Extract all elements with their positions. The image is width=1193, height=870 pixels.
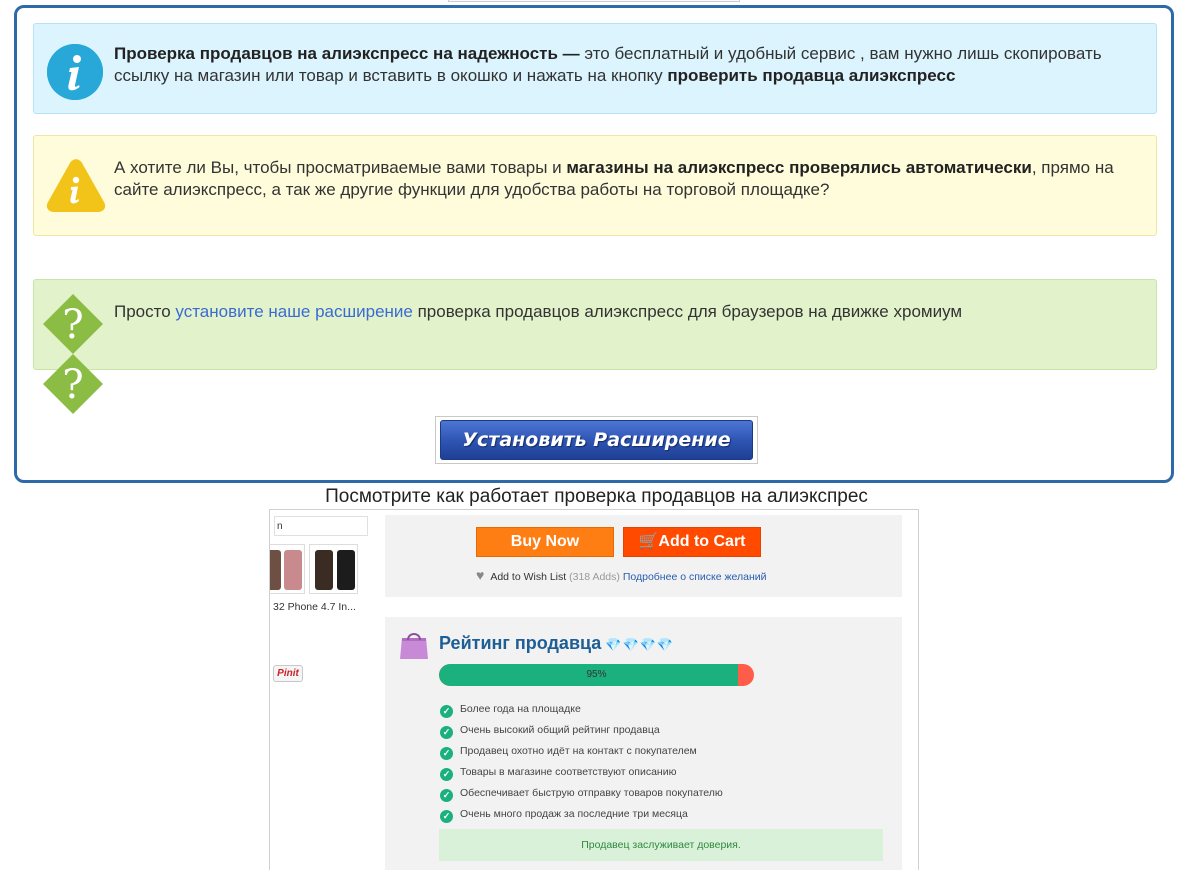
question-icon: ? bbox=[42, 293, 104, 360]
wish-list-label[interactable]: Add to Wish List bbox=[490, 571, 566, 583]
check-icon: ✓ bbox=[440, 705, 453, 718]
rating-title: Рейтинг продавца 💎💎💎💎 bbox=[439, 633, 674, 654]
checklist-text: Очень много продаж за последние три меся… bbox=[460, 808, 688, 820]
check-icon: ✓ bbox=[440, 726, 453, 739]
demo-caption: Посмотрите как работает проверка продавц… bbox=[325, 486, 868, 507]
add-to-cart-label: Add to Cart bbox=[658, 533, 746, 550]
product-name[interactable]: 32 Phone 4.7 In... bbox=[273, 601, 356, 613]
heart-icon[interactable]: ♥ bbox=[476, 567, 484, 583]
svg-text:?: ? bbox=[62, 362, 83, 408]
demo-screenshot: n 32 Phone 4.7 In... Pinit Buy Now 🛒Add … bbox=[269, 509, 919, 870]
warning-body-a: А хотите ли Вы, чтобы просматриваемые ва… bbox=[114, 158, 567, 177]
add-to-cart-button[interactable]: 🛒Add to Cart bbox=[623, 527, 761, 557]
wish-list-row: ♥ Add to Wish List (318 Adds) Подробнее о… bbox=[476, 567, 767, 583]
check-icon: ✓ bbox=[440, 810, 453, 823]
checklist-item: ✓ Очень высокий общий рейтинг продавца bbox=[440, 720, 723, 741]
top-search-field[interactable] bbox=[448, 0, 740, 2]
buy-now-button[interactable]: Buy Now bbox=[476, 527, 614, 557]
checklist-text: Продавец охотно идёт на контакт с покупа… bbox=[460, 745, 697, 757]
checklist-text: Более года на площадке bbox=[460, 703, 581, 715]
info-text: Проверка продавцов на алиэкспресс на над… bbox=[114, 43, 1126, 87]
shopping-bag-icon bbox=[399, 630, 429, 665]
rating-progress-bar: 95% bbox=[439, 664, 754, 686]
checklist-text: Очень высокий общий рейтинг продавца bbox=[460, 724, 660, 736]
info-bold-tail: проверить продавца алиэкспресс bbox=[667, 66, 956, 85]
warning-bold: магазины на алиэкспресс проверялись авто… bbox=[566, 158, 1032, 177]
extension-promo-frame: Проверка продавцов на алиэкспресс на над… bbox=[14, 5, 1174, 483]
help-text: Просто установите наше расширение провер… bbox=[114, 301, 1126, 323]
info-icon bbox=[47, 44, 103, 100]
checklist-text: Товары в магазине соответствуют описанию bbox=[460, 766, 677, 778]
info-alert: Проверка продавцов на алиэкспресс на над… bbox=[33, 23, 1157, 114]
thumbnail-strip: n bbox=[274, 516, 368, 536]
help-alert: ? ? Просто установите наше расширение пр… bbox=[33, 279, 1157, 414]
warning-alert: А хотите ли Вы, чтобы просматриваемые ва… bbox=[33, 135, 1157, 236]
wish-list-count: (318 Adds) bbox=[569, 571, 620, 583]
checklist-item: ✓ Очень много продаж за последние три мес… bbox=[440, 804, 723, 825]
product-thumbnail[interactable] bbox=[270, 544, 305, 594]
rating-title-text: Рейтинг продавца bbox=[439, 633, 602, 653]
help-body-a: Просто bbox=[114, 302, 176, 321]
checklist-item: ✓ Обеспечивает быструю отправку товаров п… bbox=[440, 783, 723, 804]
svg-text:?: ? bbox=[62, 302, 83, 348]
wish-list-link[interactable]: Подробнее о списке желаний bbox=[623, 571, 767, 583]
product-thumbnail[interactable] bbox=[309, 544, 358, 594]
rating-progress-label: 95% bbox=[586, 669, 607, 680]
rating-checklist: ✓ Более года на площадке ✓ Очень высокий об… bbox=[440, 699, 723, 825]
install-extension-link[interactable]: установите наше расширение bbox=[175, 302, 412, 321]
check-icon: ✓ bbox=[440, 768, 453, 781]
install-extension-button[interactable]: Установить Расширение bbox=[440, 420, 753, 460]
question-icon: ? bbox=[42, 353, 104, 420]
seller-verdict: Продавец заслуживает доверия. bbox=[439, 829, 883, 861]
checklist-item: ✓ Более года на площадке bbox=[440, 699, 723, 720]
buy-panel: Buy Now 🛒Add to Cart ♥ Add to Wish List (… bbox=[385, 515, 902, 597]
checklist-item: ✓ Товары в магазине соответствуют описани… bbox=[440, 762, 723, 783]
install-button-frame: Установить Расширение bbox=[435, 416, 758, 464]
diamond-icon: 💎💎💎💎 bbox=[605, 637, 675, 652]
cart-icon: 🛒 bbox=[638, 533, 659, 550]
pinit-button[interactable]: Pinit bbox=[273, 665, 303, 682]
info-bold-lead: Проверка продавцов на алиэкспресс на над… bbox=[114, 44, 580, 63]
warning-icon bbox=[46, 158, 106, 217]
warning-text: А хотите ли Вы, чтобы просматриваемые ва… bbox=[114, 157, 1126, 201]
checklist-item: ✓ Продавец охотно идёт на контакт с покуп… bbox=[440, 741, 723, 762]
seller-rating-panel: Рейтинг продавца 💎💎💎💎 95% ✓ Более года на … bbox=[385, 617, 902, 870]
check-icon: ✓ bbox=[440, 747, 453, 760]
checklist-text: Обеспечивает быструю отправку товаров по… bbox=[460, 787, 723, 799]
help-body-b: проверка продавцов алиэкспресс для брауз… bbox=[412, 302, 963, 321]
check-icon: ✓ bbox=[440, 789, 453, 802]
